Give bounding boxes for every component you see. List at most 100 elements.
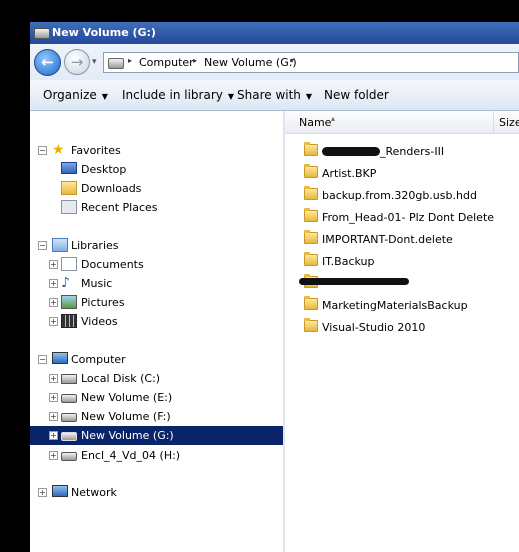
- tree-item-encl-4-vd-04-h[interactable]: + Encl_4_Vd_04 (H:): [30, 446, 283, 465]
- recent-places-icon: [61, 200, 77, 214]
- tree-label: Videos: [81, 315, 118, 328]
- list-item[interactable]: IMPORTANT-Dont.delete: [285, 228, 519, 250]
- chevron-down-icon: ▼: [101, 92, 108, 101]
- expand-icon[interactable]: +: [49, 451, 58, 460]
- tree-item-recent-places[interactable]: Recent Places: [30, 198, 283, 217]
- list-item[interactable]: Visual-Studio 2010: [285, 316, 519, 338]
- tree-item-pictures[interactable]: + Pictures: [30, 293, 283, 312]
- forward-button[interactable]: →: [64, 49, 90, 75]
- tree-computer[interactable]: − Computer: [30, 350, 283, 369]
- breadcrumb-separator-icon[interactable]: ▸: [128, 56, 132, 65]
- folder-icon: [304, 296, 318, 310]
- folder-icon: [304, 164, 318, 178]
- collapse-icon[interactable]: −: [38, 355, 47, 364]
- item-name: From_Head-01- Plz Dont Delete: [322, 211, 495, 224]
- share-with-button[interactable]: Share with ▼: [237, 88, 312, 102]
- desktop-icon: [61, 162, 77, 174]
- column-name[interactable]: Name: [299, 116, 331, 129]
- expand-icon[interactable]: +: [49, 431, 58, 440]
- item-name: IT.Backup: [322, 255, 375, 268]
- tree-label: Desktop: [81, 163, 127, 176]
- list-item[interactable]: From_Head-01- Plz Dont Delete: [285, 206, 519, 228]
- tree-label: Favorites: [71, 144, 121, 157]
- breadcrumb-dropdown-icon[interactable]: ▾: [290, 56, 294, 65]
- include-in-library-button[interactable]: Include in library ▼: [122, 88, 234, 102]
- column-divider[interactable]: [493, 111, 494, 133]
- chevron-down-icon: ▼: [227, 92, 235, 101]
- tree-item-new-volume-f[interactable]: + New Volume (F:): [30, 407, 283, 426]
- expand-icon[interactable]: +: [38, 488, 47, 497]
- tree-item-videos[interactable]: + Videos: [30, 312, 283, 331]
- drive-icon: [61, 452, 77, 461]
- column-size[interactable]: Size: [499, 116, 519, 129]
- breadcrumb-separator-icon[interactable]: ▸: [193, 56, 197, 65]
- list-item[interactable]: IT.Backup: [285, 250, 519, 272]
- recent-pages-dropdown-icon[interactable]: ▾: [92, 57, 97, 67]
- tree-label: New Volume (G:): [81, 429, 174, 442]
- tree-label: New Volume (E:): [81, 391, 173, 404]
- item-name: IMPORTANT-Dont.delete: [322, 233, 453, 246]
- collapse-icon[interactable]: −: [38, 146, 47, 155]
- list-item[interactable]: MarketingMaterialsBackup: [285, 294, 519, 316]
- tree-label: Computer: [71, 353, 126, 366]
- expand-icon[interactable]: +: [49, 374, 58, 383]
- forward-arrow-icon: →: [70, 53, 84, 71]
- expand-icon[interactable]: +: [49, 260, 58, 269]
- breadcrumb-computer[interactable]: Computer: [139, 56, 194, 69]
- explorer-window: New Volume (G:) ← → ▾ ▸ Computer ▸ New V…: [30, 22, 519, 552]
- file-list: Name ▴ Size _Renders-III Artist.BKP back…: [285, 111, 519, 552]
- redaction-mark: [322, 147, 380, 156]
- folder-icon: [304, 142, 318, 156]
- star-icon: ★: [52, 142, 65, 158]
- item-name: backup.from.320gb.usb.hdd: [322, 189, 477, 202]
- tree-item-new-volume-g[interactable]: + New Volume (G:): [30, 426, 283, 445]
- list-item[interactable]: _Renders-III: [285, 140, 519, 162]
- folder-icon: [304, 252, 318, 266]
- tree-label: Downloads: [81, 182, 142, 195]
- item-name: Artist.BKP: [322, 167, 377, 180]
- tree-item-local-disk-c[interactable]: + Local Disk (C:): [30, 369, 283, 388]
- expand-icon[interactable]: +: [49, 412, 58, 421]
- system-drive-icon: [61, 374, 77, 384]
- documents-icon: [61, 257, 77, 271]
- tree-libraries[interactable]: − Libraries: [30, 236, 283, 255]
- expand-icon[interactable]: +: [49, 279, 58, 288]
- list-item[interactable]: [285, 272, 519, 294]
- expand-icon[interactable]: +: [49, 298, 58, 307]
- new-folder-button[interactable]: New folder: [324, 88, 389, 102]
- folder-icon: [304, 208, 318, 222]
- drive-icon: [34, 28, 50, 39]
- tree-network[interactable]: + Network: [30, 483, 283, 502]
- address-bar[interactable]: ▸ Computer ▸ New Volume (G:) ▾: [103, 52, 519, 73]
- expand-icon[interactable]: +: [49, 393, 58, 402]
- tree-label: New Volume (F:): [81, 410, 171, 423]
- expand-icon[interactable]: +: [49, 317, 58, 326]
- tree-label: Pictures: [81, 296, 125, 309]
- network-icon: [52, 485, 68, 497]
- collapse-icon[interactable]: −: [38, 241, 47, 250]
- back-arrow-icon: ←: [41, 53, 54, 71]
- tree-item-documents[interactable]: + Documents: [30, 255, 283, 274]
- tree-label: Recent Places: [81, 201, 158, 214]
- window-title: New Volume (G:): [52, 26, 156, 39]
- tree-item-new-volume-e[interactable]: + New Volume (E:): [30, 388, 283, 407]
- item-name: MarketingMaterialsBackup: [322, 299, 468, 312]
- tree-label: Local Disk (C:): [81, 372, 161, 385]
- pictures-icon: [61, 295, 77, 309]
- chevron-down-icon: ▼: [305, 92, 313, 101]
- organize-button[interactable]: Organize ▼: [43, 88, 108, 102]
- column-header: Name ▴ Size: [285, 111, 519, 134]
- tree-item-desktop[interactable]: Desktop: [30, 160, 283, 179]
- tree-item-music[interactable]: + ♪ Music: [30, 274, 283, 293]
- back-button[interactable]: ←: [34, 49, 61, 76]
- title-bar: New Volume (G:): [30, 22, 519, 44]
- redaction-mark: [299, 278, 409, 285]
- tree-favorites[interactable]: − ★ Favorites: [30, 141, 283, 160]
- list-item[interactable]: backup.from.320gb.usb.hdd: [285, 184, 519, 206]
- breadcrumb-new-volume[interactable]: New Volume (G:): [204, 56, 297, 69]
- tree-item-downloads[interactable]: Downloads: [30, 179, 283, 198]
- sort-ascending-icon: ▴: [331, 114, 336, 123]
- downloads-folder-icon: [61, 181, 77, 195]
- list-item[interactable]: Artist.BKP: [285, 162, 519, 184]
- tree-label: Libraries: [71, 239, 119, 252]
